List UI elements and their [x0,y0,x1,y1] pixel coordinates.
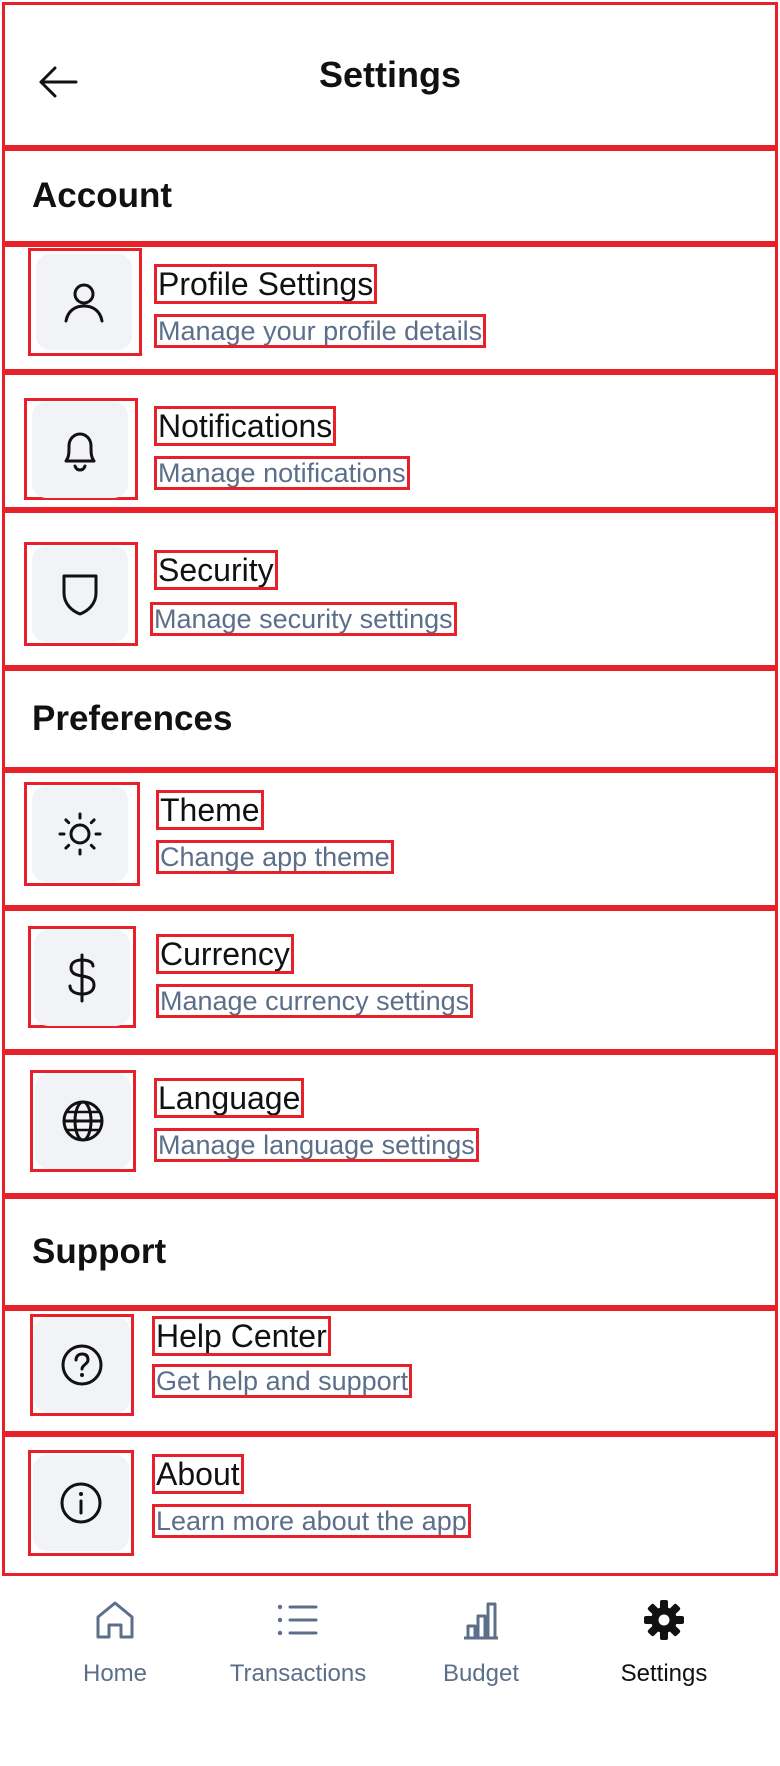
row-subtitle-currency: Manage currency settings [156,984,474,1018]
row-title-about: About [152,1454,244,1494]
info-icon [60,1482,102,1524]
bar-chart-icon [457,1596,505,1644]
nav-label-home: Home [82,1660,148,1687]
help-icon-frame [30,1314,134,1416]
currency-icon-box [34,930,130,1026]
shield-icon [62,574,98,616]
header-bar: Settings [2,2,778,148]
nav-budget[interactable]: Budget [391,1596,571,1716]
nav-transactions[interactable]: Transactions [208,1596,388,1716]
bell-icon [64,432,96,472]
page-title: Settings [318,54,461,95]
arrow-left-icon [39,66,78,98]
notifications-icon-box [32,402,128,498]
nav-settings[interactable]: Settings [574,1596,754,1716]
row-title-currency: Currency [156,934,294,974]
about-icon-box [33,1455,129,1551]
row-subtitle-language: Manage language settings [154,1128,479,1162]
settings-row-profile[interactable]: Profile Settings Manage your profile det… [2,244,778,372]
row-title-theme: Theme [156,790,264,830]
profile-icon-box [36,254,132,350]
language-icon-box [35,1073,131,1169]
row-title-profile: Profile Settings [154,264,378,304]
home-icon [91,1596,139,1644]
notifications-icon-frame [24,398,138,500]
row-subtitle-theme: Change app theme [156,840,394,874]
settings-row-security[interactable]: Security Manage security settings [2,510,778,668]
nav-home[interactable]: Home [25,1596,205,1716]
row-title-help: Help Center [152,1316,331,1356]
settings-row-currency[interactable]: Currency Manage currency settings [2,908,778,1052]
security-icon-box [32,546,128,642]
row-subtitle-notifications: Manage notifications [154,456,410,490]
section-support: Support [2,1196,778,1308]
settings-row-help[interactable]: Help Center Get help and support [2,1308,778,1434]
bottom-nav: Home Transactions Budget Settings [0,1576,780,1766]
row-title-language: Language [154,1078,305,1118]
settings-screen: Settings Account Profile Settings Manage… [0,0,780,1766]
sun-icon [58,812,102,856]
row-subtitle-about: Learn more about the app [152,1504,471,1538]
settings-row-about[interactable]: About Learn more about the app [2,1434,778,1576]
nav-label-transactions: Transactions [229,1660,367,1687]
row-title-notifications: Notifications [154,406,337,446]
currency-icon-frame [28,926,136,1028]
theme-icon-frame [24,782,140,886]
profile-icon-frame [28,248,142,356]
row-subtitle-help: Get help and support [152,1364,413,1398]
back-button[interactable] [36,60,80,104]
list-icon [274,1596,322,1644]
language-icon-frame [30,1070,136,1172]
security-icon-frame [24,542,138,646]
section-title-preferences: Preferences [32,699,233,738]
section-preferences: Preferences [2,668,778,770]
settings-row-language[interactable]: Language Manage language settings [2,1052,778,1196]
settings-row-notifications[interactable]: Notifications Manage notifications [2,372,778,510]
section-title-support: Support [32,1232,167,1271]
globe-icon [62,1100,104,1142]
row-title-security: Security [154,550,278,590]
help-icon-box [34,1317,130,1413]
row-subtitle-security: Manage security settings [150,602,457,636]
section-account: Account [2,148,778,244]
section-title-account: Account [32,176,172,215]
about-icon-frame [28,1450,134,1556]
settings-row-theme[interactable]: Theme Change app theme [2,770,778,908]
row-subtitle-profile: Manage your profile details [154,314,487,348]
dollar-icon [68,953,96,1003]
nav-label-budget: Budget [442,1660,520,1687]
user-icon [64,283,104,323]
theme-icon-box [32,786,128,882]
help-circle-icon [61,1344,103,1386]
nav-label-settings: Settings [620,1660,708,1687]
gear-icon [640,1596,688,1644]
